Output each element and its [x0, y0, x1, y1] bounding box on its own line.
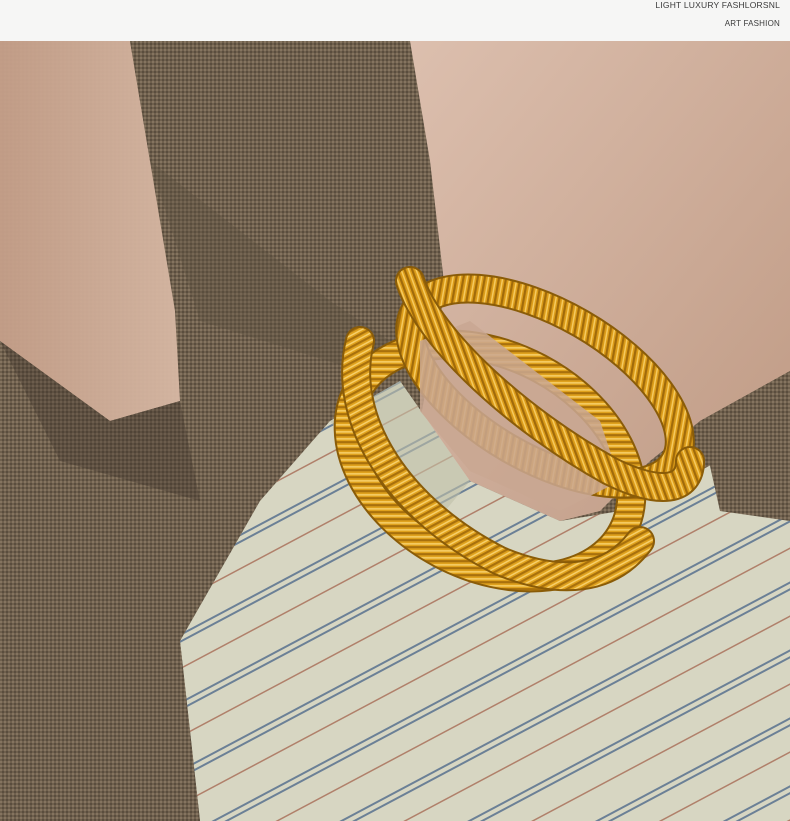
brand-tagline: Light luxury fashlorsnl: [655, 0, 780, 10]
bracelet-photo-illustration: [0, 41, 790, 821]
brand-subtitle: ART FASHION: [724, 19, 780, 28]
header-bar: Light luxury fashlorsnl ART FASHION: [0, 0, 790, 41]
product-photo: [0, 41, 790, 821]
